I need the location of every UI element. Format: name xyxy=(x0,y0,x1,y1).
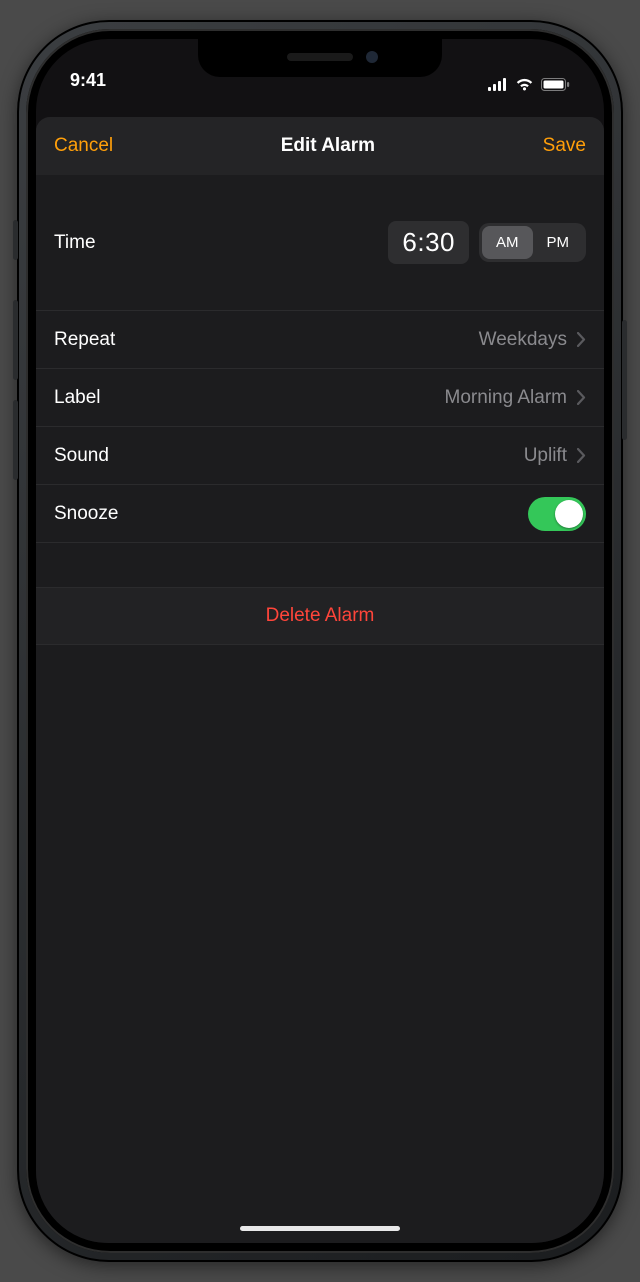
snooze-label: Snooze xyxy=(54,503,118,525)
delete-section: Delete Alarm xyxy=(36,587,604,645)
home-indicator[interactable] xyxy=(240,1226,400,1231)
sound-row[interactable]: Sound Uplift xyxy=(36,426,604,484)
label-row[interactable]: Label Morning Alarm xyxy=(36,368,604,426)
silent-switch[interactable] xyxy=(13,220,18,260)
battery-icon xyxy=(541,78,570,91)
status-icons xyxy=(488,78,570,91)
divider xyxy=(36,542,604,543)
repeat-value: Weekdays xyxy=(479,329,567,351)
device-frame: 9:41 Cancel Edit Alarm xyxy=(17,20,623,1262)
volume-up-button[interactable] xyxy=(13,300,18,380)
settings-list: Repeat Weekdays Label Morning Alarm xyxy=(36,310,604,543)
repeat-label: Repeat xyxy=(54,329,115,351)
snooze-row: Snooze xyxy=(36,484,604,542)
bezel: 9:41 Cancel Edit Alarm xyxy=(26,29,614,1253)
repeat-row[interactable]: Repeat Weekdays xyxy=(36,310,604,368)
sound-value: Uplift xyxy=(524,445,567,467)
cellular-signal-icon xyxy=(488,78,508,91)
time-value-picker[interactable]: 6:30 xyxy=(388,221,469,264)
page-title: Edit Alarm xyxy=(281,135,375,157)
label-label: Label xyxy=(54,387,101,409)
time-section: Time 6:30 AM PM xyxy=(36,175,604,310)
chevron-right-icon xyxy=(577,448,586,463)
label-value: Morning Alarm xyxy=(445,387,568,409)
save-button[interactable]: Save xyxy=(543,135,586,157)
delete-alarm-label: Delete Alarm xyxy=(266,605,375,627)
snooze-toggle[interactable] xyxy=(528,497,586,531)
am-option[interactable]: AM xyxy=(482,226,533,259)
chevron-right-icon xyxy=(577,332,586,347)
nav-bar: Cancel Edit Alarm Save xyxy=(36,117,604,175)
screen: 9:41 Cancel Edit Alarm xyxy=(36,39,604,1243)
ampm-segmented-control[interactable]: AM PM xyxy=(479,223,586,262)
pm-option[interactable]: PM xyxy=(533,226,584,259)
volume-down-button[interactable] xyxy=(13,400,18,480)
toggle-knob xyxy=(555,500,583,528)
status-time: 9:41 xyxy=(70,70,106,91)
chevron-right-icon xyxy=(577,390,586,405)
power-button[interactable] xyxy=(622,320,627,440)
cancel-button[interactable]: Cancel xyxy=(54,135,113,157)
notch xyxy=(198,39,442,77)
edit-alarm-sheet: Cancel Edit Alarm Save Time 6:30 AM PM xyxy=(36,117,604,1243)
wifi-icon xyxy=(515,78,534,91)
sound-label: Sound xyxy=(54,445,109,467)
delete-alarm-button[interactable]: Delete Alarm xyxy=(36,587,604,645)
time-label: Time xyxy=(54,232,96,254)
time-controls: 6:30 AM PM xyxy=(388,221,586,264)
